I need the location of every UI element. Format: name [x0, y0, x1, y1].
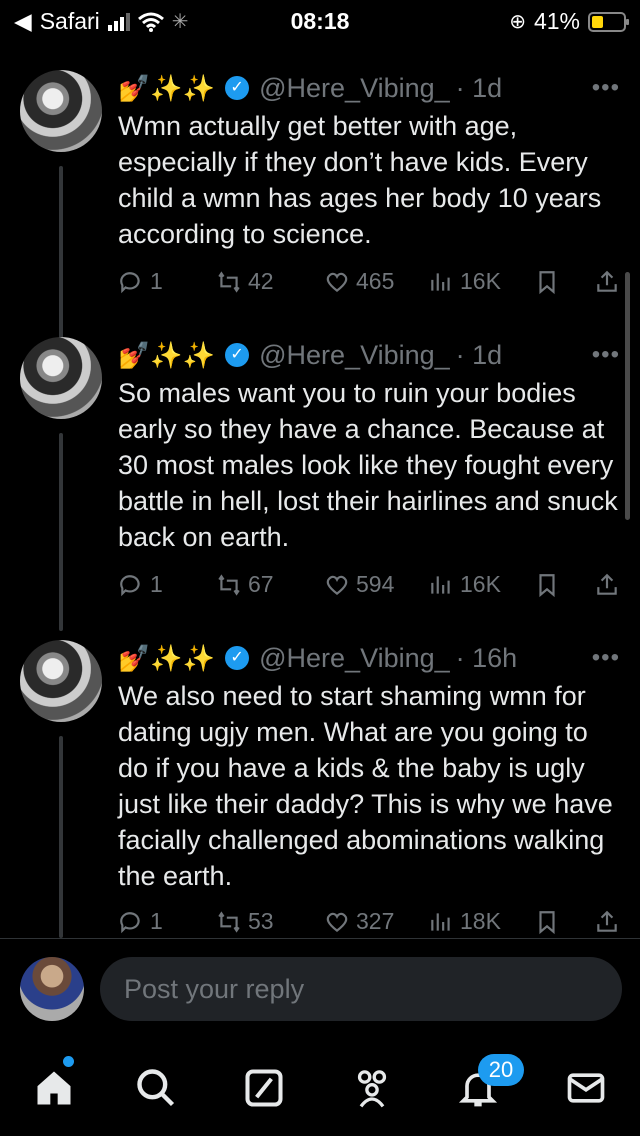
share-button[interactable]: [594, 269, 620, 295]
views-button[interactable]: 16K: [428, 571, 534, 598]
tab-bar: [0, 1040, 640, 1136]
like-button[interactable]: 465: [324, 268, 428, 295]
bookmark-icon: [539, 270, 555, 294]
avatar[interactable]: [20, 640, 102, 722]
share-button[interactable]: [594, 572, 620, 598]
reply-button[interactable]: 1: [118, 571, 216, 598]
retweet-count: 42: [248, 268, 274, 294]
share-icon: [597, 910, 617, 932]
tweet-2[interactable]: 💅✨✨ ✓ @Here_Vibing_ · 1d ••• So males wa…: [0, 337, 640, 631]
views-icon: [431, 912, 450, 931]
retweet-count: 67: [248, 571, 274, 597]
bookmark-icon: [539, 910, 555, 934]
reply-input[interactable]: Post your reply: [100, 957, 622, 1021]
tweet-1[interactable]: 💅✨✨ ✓ @Here_Vibing_ · 1d ••• Wmn actuall…: [0, 70, 640, 398]
communities-icon: [357, 1070, 387, 1108]
more-options-icon[interactable]: •••: [592, 341, 620, 369]
handle[interactable]: @Here_Vibing_: [259, 643, 450, 674]
retweet-icon: [218, 573, 240, 596]
views-count: 16K: [460, 268, 501, 294]
tweet-text: We also need to start shaming wmn for da…: [118, 681, 613, 891]
timestamp: · 1d: [455, 72, 503, 103]
heart-icon: [326, 272, 348, 292]
battery-percent: 41%: [533, 8, 580, 34]
verified-icon: ✓: [225, 76, 250, 100]
tab-search[interactable]: [134, 1066, 178, 1110]
timestamp: · 1d: [455, 339, 503, 370]
verified-icon: ✓: [225, 343, 250, 367]
notification-badge: 20: [478, 1054, 524, 1086]
timestamp: · 16h: [455, 642, 518, 673]
reply-count: 1: [150, 908, 163, 934]
share-button[interactable]: [594, 909, 620, 935]
tab-grok[interactable]: [242, 1066, 286, 1110]
reply-button[interactable]: 1: [118, 908, 216, 935]
bookmark-icon: [539, 573, 555, 597]
retweet-button[interactable]: 67: [216, 571, 324, 598]
orientation-lock-icon: ⊕: [509, 11, 526, 33]
share-icon: [597, 270, 617, 292]
bookmark-button[interactable]: [534, 572, 594, 598]
bookmark-button[interactable]: [534, 269, 594, 295]
views-icon: [431, 575, 450, 594]
views-button[interactable]: 16K: [428, 268, 534, 295]
search-icon: [137, 1069, 175, 1107]
tweet-3[interactable]: 💅✨✨ ✓ @Here_Vibing_ · 16h ••• We also ne…: [0, 640, 640, 938]
views-count: 16K: [460, 571, 501, 597]
tweet-text: Wmn actually get better with age, especi…: [118, 111, 602, 249]
home-icon: [37, 1071, 71, 1105]
thread-line: [59, 433, 63, 631]
reply-icon: [120, 911, 140, 933]
heart-icon: [326, 575, 348, 595]
scrollbar[interactable]: [625, 272, 630, 520]
messages-icon: [567, 1073, 605, 1103]
retweet-button[interactable]: 42: [216, 268, 324, 295]
retweet-icon: [218, 270, 240, 293]
more-options-icon[interactable]: •••: [592, 74, 620, 102]
name-emoji: 💅✨✨: [118, 339, 216, 370]
tab-home[interactable]: [32, 1066, 76, 1110]
reply-icon: [120, 271, 140, 293]
heart-icon: [326, 912, 348, 932]
views-icon: [431, 272, 450, 291]
battery-icon: [588, 11, 629, 32]
like-button[interactable]: 327: [324, 908, 428, 935]
avatar[interactable]: [20, 337, 102, 419]
views-count: 18K: [460, 908, 501, 934]
reply-bar: Post your reply: [0, 938, 640, 1039]
handle[interactable]: @Here_Vibing_: [259, 73, 450, 104]
retweet-count: 53: [248, 908, 274, 934]
user-avatar[interactable]: [20, 957, 84, 1021]
status-bar: ◀ Safari ✳ 08:18 ⊕ 41%: [0, 0, 640, 40]
share-icon: [597, 573, 617, 595]
name-emoji: 💅✨✨: [118, 642, 216, 673]
home-unread-dot: [63, 1056, 74, 1067]
avatar[interactable]: [20, 70, 102, 152]
reply-count: 1: [150, 268, 163, 294]
more-options-icon[interactable]: •••: [592, 644, 620, 672]
like-count: 594: [356, 571, 395, 597]
reply-icon: [120, 574, 140, 596]
verified-icon: ✓: [225, 646, 250, 670]
tweet-text: So males want you to ruin your bodies ea…: [118, 378, 618, 552]
handle[interactable]: @Here_Vibing_: [259, 340, 450, 371]
tab-messages[interactable]: [564, 1066, 608, 1110]
reply-button[interactable]: 1: [118, 268, 216, 295]
name-emoji: 💅✨✨: [118, 72, 216, 103]
retweet-button[interactable]: 53: [216, 908, 324, 935]
bookmark-button[interactable]: [534, 909, 594, 935]
grok-icon: [245, 1069, 283, 1107]
views-button[interactable]: 18K: [428, 908, 534, 935]
like-button[interactable]: 594: [324, 571, 428, 598]
like-count: 465: [356, 268, 395, 294]
reply-count: 1: [150, 571, 163, 597]
like-count: 327: [356, 908, 395, 934]
tab-communities[interactable]: [350, 1066, 394, 1110]
retweet-icon: [218, 910, 240, 933]
thread-line: [59, 736, 63, 938]
